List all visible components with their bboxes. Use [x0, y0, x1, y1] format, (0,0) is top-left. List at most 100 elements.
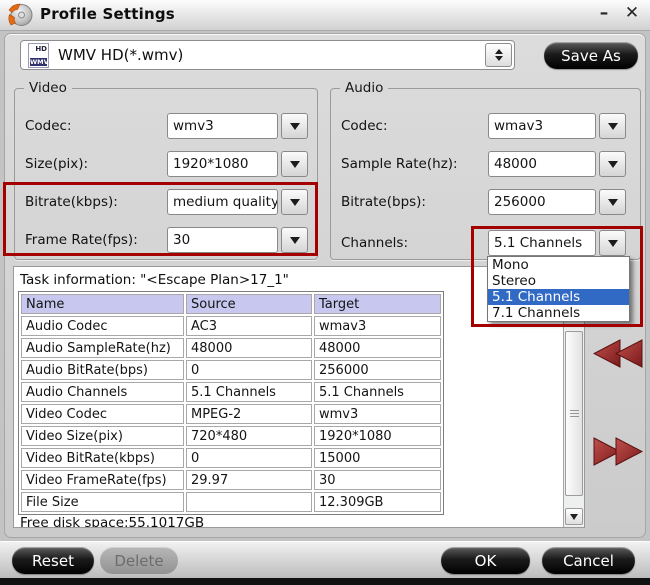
video-codec-select[interactable]: wmv3 — [167, 113, 308, 139]
video-size-select[interactable]: 1920*1080 — [167, 151, 308, 177]
cancel-button[interactable]: Cancel — [542, 547, 635, 574]
profile-spinner[interactable] — [485, 43, 512, 67]
task-info-table: Name Source Target Audio Codec AC3 wmav3… — [18, 291, 444, 515]
close-button[interactable]: ✕ — [620, 3, 644, 23]
table-row: Video Codec MPEG-2 wmv3 — [21, 404, 441, 424]
triangle-down — [607, 198, 618, 206]
audio-bitrate-value: 256000 — [488, 189, 596, 215]
channels-option[interactable]: Mono — [488, 257, 629, 273]
chevron-down-icon[interactable] — [599, 113, 626, 139]
triangle-down — [607, 239, 618, 247]
video-codec-row: Codec: wmv3 — [15, 113, 317, 141]
video-bitrate-row: Bitrate(kbps): medium quality — [15, 189, 317, 217]
cell: File Size — [21, 492, 184, 512]
triangle-down-icon — [570, 513, 578, 520]
cell: wmv3 — [314, 404, 441, 424]
audio-channels-row: Channels: 5.1 Channels — [331, 230, 640, 258]
cell: 0 — [186, 360, 312, 380]
video-bitrate-select[interactable]: medium quality — [167, 189, 308, 215]
chevron-down-icon[interactable] — [281, 227, 308, 253]
audio-bitrate-row: Bitrate(bps): 256000 — [331, 189, 640, 217]
cell: Audio Channels — [21, 382, 184, 402]
ok-button[interactable]: OK — [441, 547, 530, 574]
audio-samplerate-select[interactable]: 48000 — [488, 151, 626, 177]
cell — [186, 492, 312, 512]
video-size-row: Size(pix): 1920*1080 — [15, 151, 317, 179]
cell: Audio SampleRate(hz) — [21, 338, 184, 358]
wmv-hd-file-icon: HD WMV — [28, 42, 49, 68]
channels-option[interactable]: 7.1 Channels — [488, 305, 629, 321]
cell: Audio Codec — [21, 316, 184, 336]
cell: Video Codec — [21, 404, 184, 424]
scrollbar-down-button[interactable] — [565, 508, 583, 525]
profile-select[interactable]: HD WMV WMV HD(*.wmv) — [20, 40, 515, 70]
free-disk-space: Free disk space:55.1017GB — [20, 515, 205, 528]
window-bottom-strip — [0, 578, 650, 585]
triangle-down — [607, 122, 618, 130]
video-bitrate-value: medium quality — [167, 189, 278, 215]
cell: Video FrameRate(fps) — [21, 470, 184, 490]
cell: 48000 — [186, 338, 312, 358]
triangle-down — [289, 160, 300, 168]
spinner-up-icon — [494, 49, 503, 54]
video-codec-label: Codec: — [25, 118, 72, 134]
video-framerate-select[interactable]: 30 — [167, 227, 308, 253]
table-row: Audio Codec AC3 wmav3 — [21, 316, 441, 336]
chevron-down-icon[interactable] — [599, 151, 626, 177]
task-info-title: Task information: "<Escape Plan>17_1" — [20, 272, 289, 288]
cell: 30 — [314, 470, 441, 490]
window-title: Profile Settings — [40, 5, 175, 23]
video-section: Video Codec: wmv3 Size(pix): 1920*1080 B… — [14, 80, 318, 260]
chevron-down-icon[interactable] — [599, 189, 626, 215]
reset-button[interactable]: Reset — [12, 547, 94, 574]
footer-bar: Reset Delete OK Cancel — [0, 541, 650, 578]
cell: 15000 — [314, 448, 441, 468]
table-row: Audio SampleRate(hz) 48000 48000 — [21, 338, 441, 358]
delete-button[interactable]: Delete — [100, 547, 178, 574]
cell: AC3 — [186, 316, 312, 336]
cell: 5.1 Channels — [186, 382, 312, 402]
scrollbar-thumb[interactable] — [565, 331, 583, 496]
video-framerate-label: Frame Rate(fps): — [25, 232, 138, 248]
audio-codec-row: Codec: wmav3 — [331, 113, 640, 141]
triangle-down — [289, 198, 300, 206]
audio-samplerate-value: 48000 — [488, 151, 596, 177]
app-disc-icon — [8, 3, 33, 26]
chevron-down-icon[interactable] — [281, 189, 308, 215]
chevron-down-icon[interactable] — [281, 113, 308, 139]
channels-option-selected[interactable]: 5.1 Channels — [488, 289, 629, 305]
cell: Video BitRate(kbps) — [21, 448, 184, 468]
cell: 5.1 Channels — [314, 382, 441, 402]
video-size-label: Size(pix): — [25, 156, 89, 172]
cell: wmav3 — [314, 316, 441, 336]
cell: Audio BitRate(bps) — [21, 360, 184, 380]
chevron-down-icon[interactable] — [281, 151, 308, 177]
cell: MPEG-2 — [186, 404, 312, 424]
audio-bitrate-select[interactable]: 256000 — [488, 189, 626, 215]
video-codec-value: wmv3 — [167, 113, 278, 139]
save-as-button[interactable]: Save As — [544, 42, 638, 69]
channels-option[interactable]: Stereo — [488, 273, 629, 289]
audio-channels-select[interactable]: 5.1 Channels — [488, 230, 626, 256]
table-row: Video BitRate(kbps) 0 15000 — [21, 448, 441, 468]
triangle-down — [289, 122, 300, 130]
cell: 0 — [186, 448, 312, 468]
red-double-arrow-left-icon — [593, 339, 643, 368]
cell: 1920*1080 — [314, 426, 441, 446]
table-row: Video Size(pix) 720*480 1920*1080 — [21, 426, 441, 446]
channels-dropdown-list: Mono Stereo 5.1 Channels 7.1 Channels — [487, 256, 630, 322]
minimize-button[interactable]: – — [592, 3, 616, 23]
chevron-down-icon[interactable] — [599, 230, 626, 256]
table-row: Video FrameRate(fps) 29.97 30 — [21, 470, 441, 490]
triangle-down — [607, 160, 618, 168]
audio-codec-select[interactable]: wmav3 — [488, 113, 626, 139]
triangle-down — [289, 236, 300, 244]
audio-channels-value: 5.1 Channels — [488, 230, 596, 256]
cell: 720*480 — [186, 426, 312, 446]
audio-codec-value: wmav3 — [488, 113, 596, 139]
audio-legend: Audio — [340, 80, 389, 97]
video-size-value: 1920*1080 — [167, 151, 278, 177]
audio-channels-label: Channels: — [341, 235, 409, 251]
audio-samplerate-label: Sample Rate(hz): — [341, 156, 458, 172]
video-bitrate-label: Bitrate(kbps): — [25, 194, 118, 210]
